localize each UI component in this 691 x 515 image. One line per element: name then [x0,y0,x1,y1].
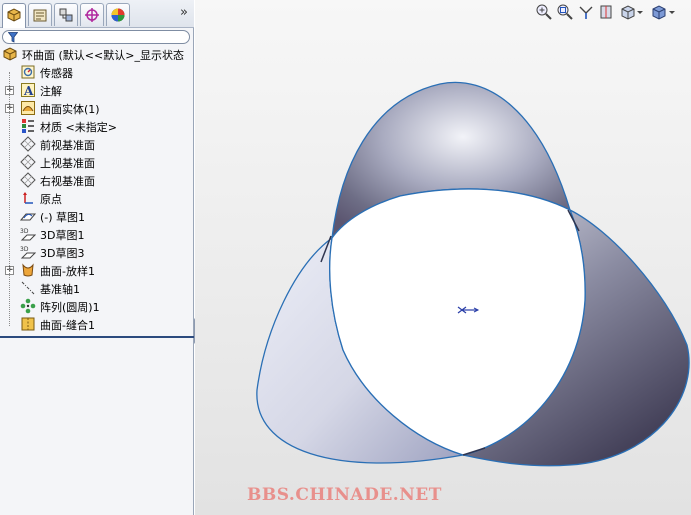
tree-item-label: 曲面实体(1) [40,103,100,116]
tree-item-label: 基准轴1 [40,283,80,296]
tree-item-front-plane[interactable]: 前视基准面 [0,135,194,153]
manager-tab-strip: » [0,0,194,28]
sketch-icon [19,208,37,224]
surface-model-graphic[interactable] [195,0,691,515]
3d-sketch-icon: 3D [20,226,37,242]
tree-item-surface-knit1[interactable]: 曲面-缝合1 [0,315,194,333]
filter-funnel-icon [8,32,18,43]
tree-item-sensors[interactable]: 传感器 [0,63,194,81]
configurationmanager-icon [59,8,73,22]
svg-text:A: A [23,84,34,98]
circular-pattern-icon [20,298,36,314]
material-icon [20,118,36,134]
plane-icon [20,136,36,152]
configurationmanager-tab[interactable] [54,3,78,26]
svg-text:3D: 3D [20,228,29,235]
3d-sketch-icon: 3D [20,244,37,260]
tree-item-label: 3D草图1 [40,229,85,242]
tree-item-top-plane[interactable]: 上视基准面 [0,153,194,171]
tree-item-3dsketch3[interactable]: 3D 3D草图3 [0,243,194,261]
feature-manager-panel: » 环曲面 (默认<<默认>_显示状态 传感器 + A 注解 + 曲面实体(1)… [0,0,194,515]
tree-filter-input[interactable] [2,30,190,44]
svg-text:3D: 3D [20,246,29,253]
tab-expand-chevron[interactable]: » [180,5,188,20]
axis-icon [20,280,36,296]
tree-item-axis1[interactable]: 基准轴1 [0,279,194,297]
tree-item-3dsketch1[interactable]: 3D 3D草图1 [0,225,194,243]
tree-item-label: (-) 草图1 [40,211,86,224]
watermark-text: BBS.CHINADE.NET [247,485,442,505]
graphics-viewport[interactable]: BBS.CHINADE.NET [195,0,691,515]
tree-item-surface-bodies[interactable]: + 曲面实体(1) [0,99,194,117]
plane-icon [20,154,36,170]
tree-item-sketch1[interactable]: (-) 草图1 [0,207,194,225]
featuremanager-tab[interactable] [2,3,26,28]
tree-item-label: 右视基准面 [40,175,95,188]
part-icon [2,46,18,62]
dimxpert-tab[interactable] [80,3,104,26]
propertymanager-tab[interactable] [28,3,52,26]
annotations-icon: A [20,82,36,98]
propertymanager-icon [33,9,47,22]
rollback-bar[interactable] [0,336,194,338]
tree-item-label: 原点 [40,193,62,206]
tree-root-label: 环曲面 (默认<<默认>_显示状态 [22,49,184,62]
tree-item-annotations[interactable]: + A 注解 [0,81,194,99]
tree-item-circular-pattern1[interactable]: 阵列(圆周)1 [0,297,194,315]
display-manager-tab[interactable] [106,3,130,26]
origin-icon [20,190,36,206]
tree-item-label: 阵列(圆周)1 [40,301,100,314]
surface-loft-icon [20,262,36,278]
tree-item-origin[interactable]: 原点 [0,189,194,207]
tree-item-right-plane[interactable]: 右视基准面 [0,171,194,189]
dimxpert-icon [85,8,99,22]
tree-root-part[interactable]: 环曲面 (默认<<默认>_显示状态 [0,45,194,63]
tree-item-label: 传感器 [40,67,73,80]
sensor-icon [20,64,36,80]
tree-item-label: 曲面-缝合1 [40,319,95,332]
tree-item-material[interactable]: 材质 <未指定> [0,117,194,135]
tree-item-label: 3D草图3 [40,247,85,260]
tree-item-surface-loft1[interactable]: + 曲面-放样1 [0,261,194,279]
tree-item-label: 上视基准面 [40,157,95,170]
plane-icon [20,172,36,188]
tree-item-label: 注解 [40,85,62,98]
feature-tree: 环曲面 (默认<<默认>_显示状态 传感器 + A 注解 + 曲面实体(1) 材… [0,45,194,333]
tree-item-label: 前视基准面 [40,139,95,152]
tree-item-label: 材质 <未指定> [40,121,117,134]
featuremanager-icon [7,8,21,22]
surface-bodies-icon [20,100,36,116]
surface-knit-icon [20,316,36,332]
display-manager-icon [111,8,125,22]
tree-item-label: 曲面-放样1 [40,265,95,278]
tree-guide-line [9,72,10,326]
